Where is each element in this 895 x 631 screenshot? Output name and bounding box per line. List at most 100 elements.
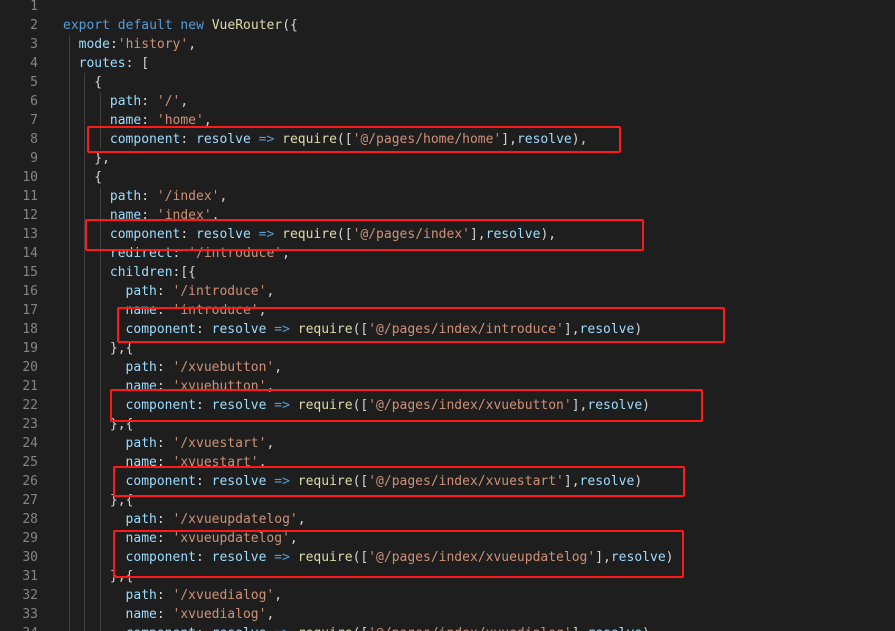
code-line[interactable]: name: 'xvuedialog', [126, 605, 275, 624]
code-area[interactable]: export default new VueRouter({mode:'hist… [63, 0, 895, 631]
token-punctuation: ([ [352, 474, 369, 489]
indent-guide [99, 92, 101, 149]
token-punctuation: ([ [352, 550, 369, 565]
code-line[interactable]: path: '/index', [110, 187, 227, 206]
token-string-literal: '/xvuestart' [172, 436, 267, 451]
code-line[interactable]: },{ [110, 567, 133, 586]
code-line[interactable]: path: '/xvuebutton', [126, 358, 283, 377]
token-string-literal: '/introduce' [172, 284, 267, 299]
token-string-literal: 'xvuebutton' [172, 379, 267, 394]
code-line[interactable]: component: resolve => require(['@/pages/… [126, 624, 650, 631]
code-line[interactable]: name: 'home', [110, 111, 212, 130]
token-punctuation: : [196, 550, 212, 565]
code-editor[interactable]: 1 2 3 4 5 6 7 8 9 10 11 12 13 14 15 16 17 18 19 20 21 22 23 24 2… [0, 0, 895, 631]
token-punctuation: ) [634, 322, 643, 337]
line-number: 33 [22, 607, 38, 622]
token-punctuation: : [196, 474, 212, 489]
token-punctuation: ], [563, 322, 580, 337]
token-punctuation: { [94, 170, 103, 185]
token-property: name [125, 531, 157, 546]
token-punctuation: , [289, 531, 298, 546]
token-property: resolve [196, 132, 251, 147]
token-punctuation: : [156, 531, 173, 546]
token-property: component [109, 132, 181, 147]
token-property: resolve [196, 227, 251, 242]
code-line[interactable]: component: resolve => require(['@/pages/… [126, 320, 643, 339]
code-line[interactable]: component: resolve => require(['@/pages/… [126, 472, 643, 491]
token-string-literal: 'xvuedialog' [172, 607, 267, 622]
token-punctuation: : [156, 512, 173, 527]
token-punctuation: ([ [352, 398, 369, 413]
token-function-name: require [298, 626, 353, 631]
token-punctuation [290, 398, 298, 413]
token-punctuation [290, 474, 298, 489]
token-property: component [125, 398, 196, 413]
token-punctuation: ], [469, 227, 486, 242]
code-line[interactable]: },{ [110, 339, 133, 358]
token-punctuation: , [203, 113, 212, 128]
code-line[interactable]: path: '/', [110, 92, 188, 111]
token-string-literal: 'introduce' [172, 303, 259, 318]
token-punctuation: ([ [352, 322, 369, 337]
token-property: path [109, 94, 142, 109]
token-string-literal: '/index' [156, 189, 220, 204]
token-property: resolve [485, 227, 541, 242]
line-number: 25 [22, 455, 38, 470]
token-property: resolve [587, 626, 642, 631]
code-line[interactable]: redirect: '/introduce', [110, 244, 290, 263]
token-punctuation: : [156, 455, 173, 470]
token-function-name: require [297, 398, 353, 413]
code-line[interactable]: path: '/xvuestart', [126, 434, 275, 453]
token-punctuation: : [156, 284, 173, 299]
code-line[interactable]: name: 'xvueupdatelog', [126, 529, 298, 548]
code-line[interactable]: children:[{ [110, 263, 196, 282]
token-property: name [109, 208, 142, 223]
code-line[interactable]: }, [94, 149, 110, 168]
token-punctuation [251, 132, 259, 147]
code-line[interactable]: component: resolve => require(['@/pages/… [110, 130, 588, 149]
token-punctuation: : [180, 132, 197, 147]
token-string-literal: '/introduce' [188, 246, 283, 261]
line-number: 26 [22, 474, 38, 489]
token-punctuation: : [196, 398, 212, 413]
line-number: 13 [22, 227, 38, 242]
token-punctuation: , [274, 360, 283, 375]
token-string-literal: '@/pages/index/xvuedialog' [368, 626, 572, 631]
token-property: resolve [610, 550, 666, 565]
code-line[interactable]: path: '/xvueupdatelog', [126, 510, 306, 529]
code-line[interactable]: component: resolve => require(['@/pages/… [110, 225, 556, 244]
line-number: 12 [22, 208, 38, 223]
code-line[interactable]: name: 'index', [110, 206, 220, 225]
code-line[interactable]: { [94, 168, 102, 187]
code-line[interactable]: path: '/xvuedialog', [126, 586, 283, 605]
token-string-literal: '@/pages/home/home' [352, 132, 502, 147]
token-punctuation: , [297, 512, 306, 527]
token-punctuation: ], [563, 474, 580, 489]
token-property: name [125, 607, 157, 622]
code-line[interactable]: name: 'xvuestart', [126, 453, 267, 472]
code-line[interactable]: routes: [ [79, 54, 149, 73]
code-line[interactable]: mode:'history', [79, 35, 196, 54]
token-keyword: => [274, 322, 290, 337]
token-punctuation: : [141, 208, 157, 223]
token-punctuation [290, 626, 298, 631]
code-line[interactable]: { [94, 73, 102, 92]
code-line[interactable]: component: resolve => require(['@/pages/… [126, 396, 650, 415]
code-line[interactable]: export default new VueRouter({ [63, 16, 298, 35]
line-number: 32 [22, 588, 38, 603]
line-number: 24 [22, 436, 38, 451]
code-line[interactable]: path: '/introduce', [126, 282, 275, 301]
code-line[interactable]: component: resolve => require(['@/pages/… [126, 548, 674, 567]
token-property: resolve [211, 550, 267, 565]
token-property: path [125, 588, 157, 603]
code-line[interactable]: name: 'xvuebutton', [126, 377, 275, 396]
token-string-literal: '@/pages/index/xvuestart' [368, 474, 564, 489]
line-number: 4 [30, 56, 38, 71]
token-punctuation: , [282, 246, 290, 261]
token-property: resolve [587, 398, 643, 413]
code-line[interactable]: },{ [110, 491, 133, 510]
token-punctuation: : [172, 246, 189, 261]
token-property: path [125, 436, 157, 451]
code-line[interactable]: name: 'introduce', [126, 301, 267, 320]
code-line[interactable]: },{ [110, 415, 133, 434]
